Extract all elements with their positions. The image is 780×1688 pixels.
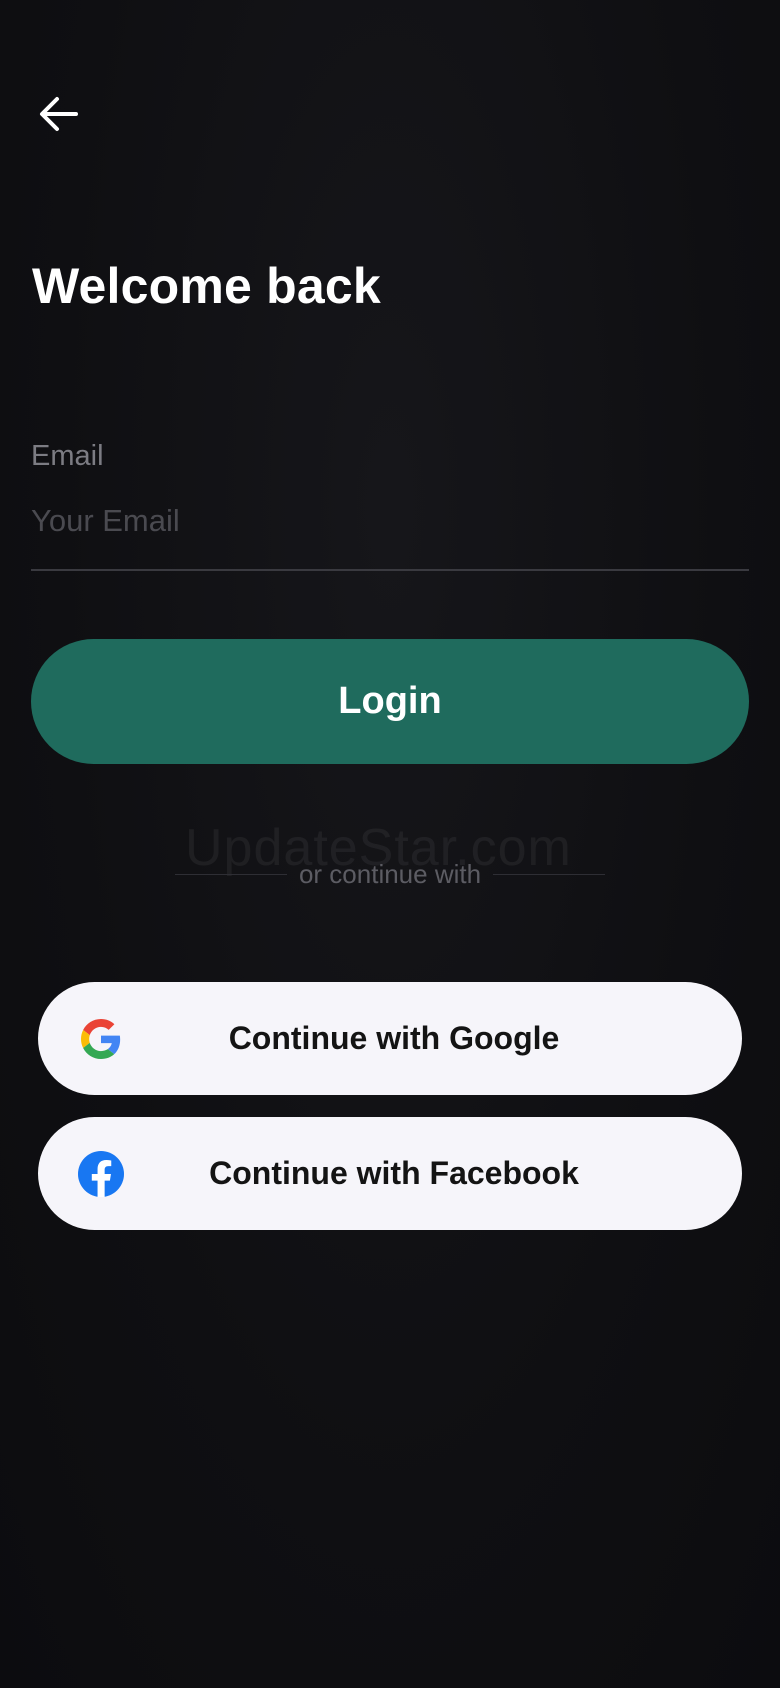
arrow-left-icon [40,97,78,131]
facebook-button-label: Continue with Facebook [209,1155,579,1191]
google-icon [78,1016,124,1062]
divider: or continue with [175,856,606,892]
page-title: Welcome back [32,258,381,314]
divider-line-right [493,873,606,875]
divider-line-left [175,873,287,875]
email-input[interactable] [31,503,749,571]
login-button[interactable]: Login [31,639,749,764]
divider-text: or continue with [298,858,482,889]
login-screen: Welcome back Email Login UpdateStar.com … [0,0,780,1688]
continue-with-google-button[interactable]: Continue with Google [38,982,742,1095]
back-button[interactable] [32,88,84,140]
google-button-label: Continue with Google [228,1020,560,1056]
email-field-group: Email [31,440,749,571]
facebook-icon [78,1150,124,1197]
email-label: Email [31,440,104,472]
continue-with-facebook-button[interactable]: Continue with Facebook [38,1117,742,1230]
